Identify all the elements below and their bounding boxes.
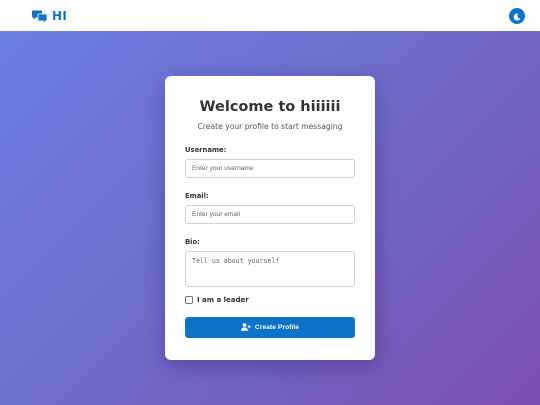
brand-title: HI	[52, 8, 68, 23]
page-subtitle: Create your profile to start messaging	[197, 122, 343, 131]
moon-icon	[513, 6, 521, 25]
username-input[interactable]	[185, 159, 355, 178]
email-label: Email:	[185, 192, 209, 200]
user-plus-icon	[241, 322, 251, 333]
profile-card: Welcome to hiiiiii Create your profile t…	[165, 76, 375, 360]
theme-toggle-button[interactable]	[509, 6, 525, 25]
top-navbar: HI	[0, 0, 540, 31]
page-title: Welcome to hiiiiii	[199, 99, 341, 115]
email-input[interactable]	[185, 205, 355, 224]
leader-checkbox[interactable]	[185, 296, 193, 304]
bio-textarea[interactable]	[185, 251, 355, 287]
bio-label: Bio:	[185, 238, 200, 246]
comments-icon	[31, 9, 48, 24]
create-profile-button[interactable]: Create Profile	[185, 317, 355, 338]
create-profile-label: Create Profile	[254, 324, 300, 331]
leader-checkbox-label[interactable]: I am a leader	[197, 296, 249, 304]
username-label: Username:	[185, 146, 227, 154]
leader-checkbox-row[interactable]: I am a leader	[185, 296, 355, 304]
brand[interactable]: HI	[31, 8, 68, 24]
